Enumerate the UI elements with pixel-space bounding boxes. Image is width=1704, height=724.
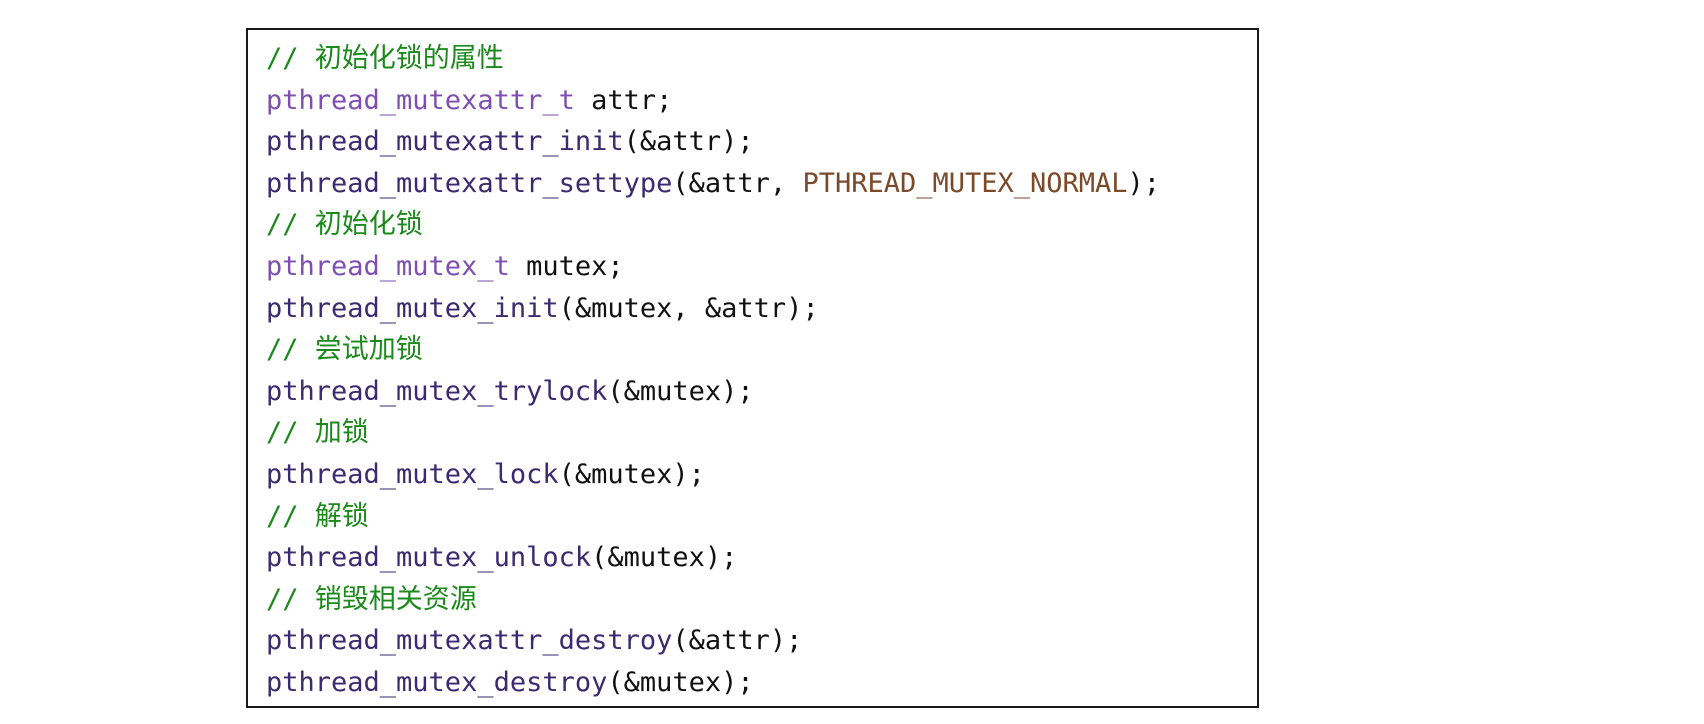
code-line: pthread_mutex_unlock(&mutex); (266, 537, 1160, 579)
code-token-comment: // 销毁相关资源 (266, 583, 477, 615)
code-comment-line: // 尝试加锁 (266, 329, 1160, 371)
code-token-plain: (&mutex); (607, 666, 754, 698)
code-token-plain: (&mutex); (591, 542, 738, 574)
code-line: pthread_mutex_destroy(&mutex); (266, 662, 1160, 704)
code-token-type: pthread_mutexattr_t (266, 84, 575, 116)
code-token-const: PTHREAD_MUTEX_NORMAL (802, 167, 1128, 199)
code-comment-line: // 初始化锁的属性 (266, 38, 1160, 80)
code-token-func: pthread_mutex_destroy (266, 666, 608, 698)
code-token-func: pthread_mutexattr_destroy (266, 625, 673, 657)
code-token-func: pthread_mutex_trylock (266, 375, 608, 407)
code-comment-line: // 解锁 (266, 496, 1160, 538)
code-line: pthread_mutexattr_init(&attr); (266, 121, 1160, 163)
code-block: // 初始化锁的属性 pthread_mutexattr_t attr; pthre… (246, 28, 1259, 708)
code-line: pthread_mutexattr_settype(&attr, PTHREAD… (266, 163, 1160, 205)
code-line: pthread_mutexattr_t attr; (266, 80, 1160, 122)
code-comment-line: // 初始化锁 (266, 204, 1160, 246)
code-line: pthread_mutex_trylock(&mutex); (266, 371, 1160, 413)
code-comment-line: // 销毁相关资源 (266, 579, 1160, 621)
code-token-plain: attr; (574, 84, 673, 116)
code-token-plain: (&attr); (623, 126, 754, 158)
code-token-func: pthread_mutex_init (266, 292, 559, 324)
code-token-comment: // 尝试加锁 (266, 334, 423, 366)
code-token-plain: (&mutex); (607, 375, 754, 407)
code-line: pthread_mutex_lock(&mutex); (266, 454, 1160, 496)
code-token-comment: // 初始化锁的属性 (266, 43, 504, 74)
code-line: pthread_mutex_t mutex; (266, 246, 1160, 288)
code-comment-line: // 加锁 (266, 412, 1160, 454)
code-token-plain: ); (1127, 167, 1161, 199)
code-token-plain: (&mutex, &attr); (558, 292, 819, 324)
code-token-plain: (&attr, (672, 167, 803, 199)
code-line: pthread_mutex_init(&mutex, &attr); (266, 288, 1160, 330)
code-token-type: pthread_mutex_t (266, 250, 510, 282)
code-line: pthread_mutexattr_destroy(&attr); (266, 620, 1160, 662)
code-token-comment: // 解锁 (266, 500, 369, 532)
code-token-comment: // 加锁 (266, 417, 369, 449)
code-token-func: pthread_mutexattr_settype (266, 167, 673, 199)
code-token-func: pthread_mutex_lock (266, 458, 559, 490)
code-token-func: pthread_mutexattr_init (266, 126, 624, 158)
code-token-plain: mutex; (509, 250, 624, 282)
code-token-plain: (&attr); (672, 625, 803, 657)
code-token-plain: (&mutex); (558, 458, 705, 490)
code-token-comment: // 初始化锁 (266, 209, 423, 241)
code-lines: // 初始化锁的属性 pthread_mutexattr_t attr; pthre… (266, 38, 1160, 704)
code-token-func: pthread_mutex_unlock (266, 542, 592, 574)
